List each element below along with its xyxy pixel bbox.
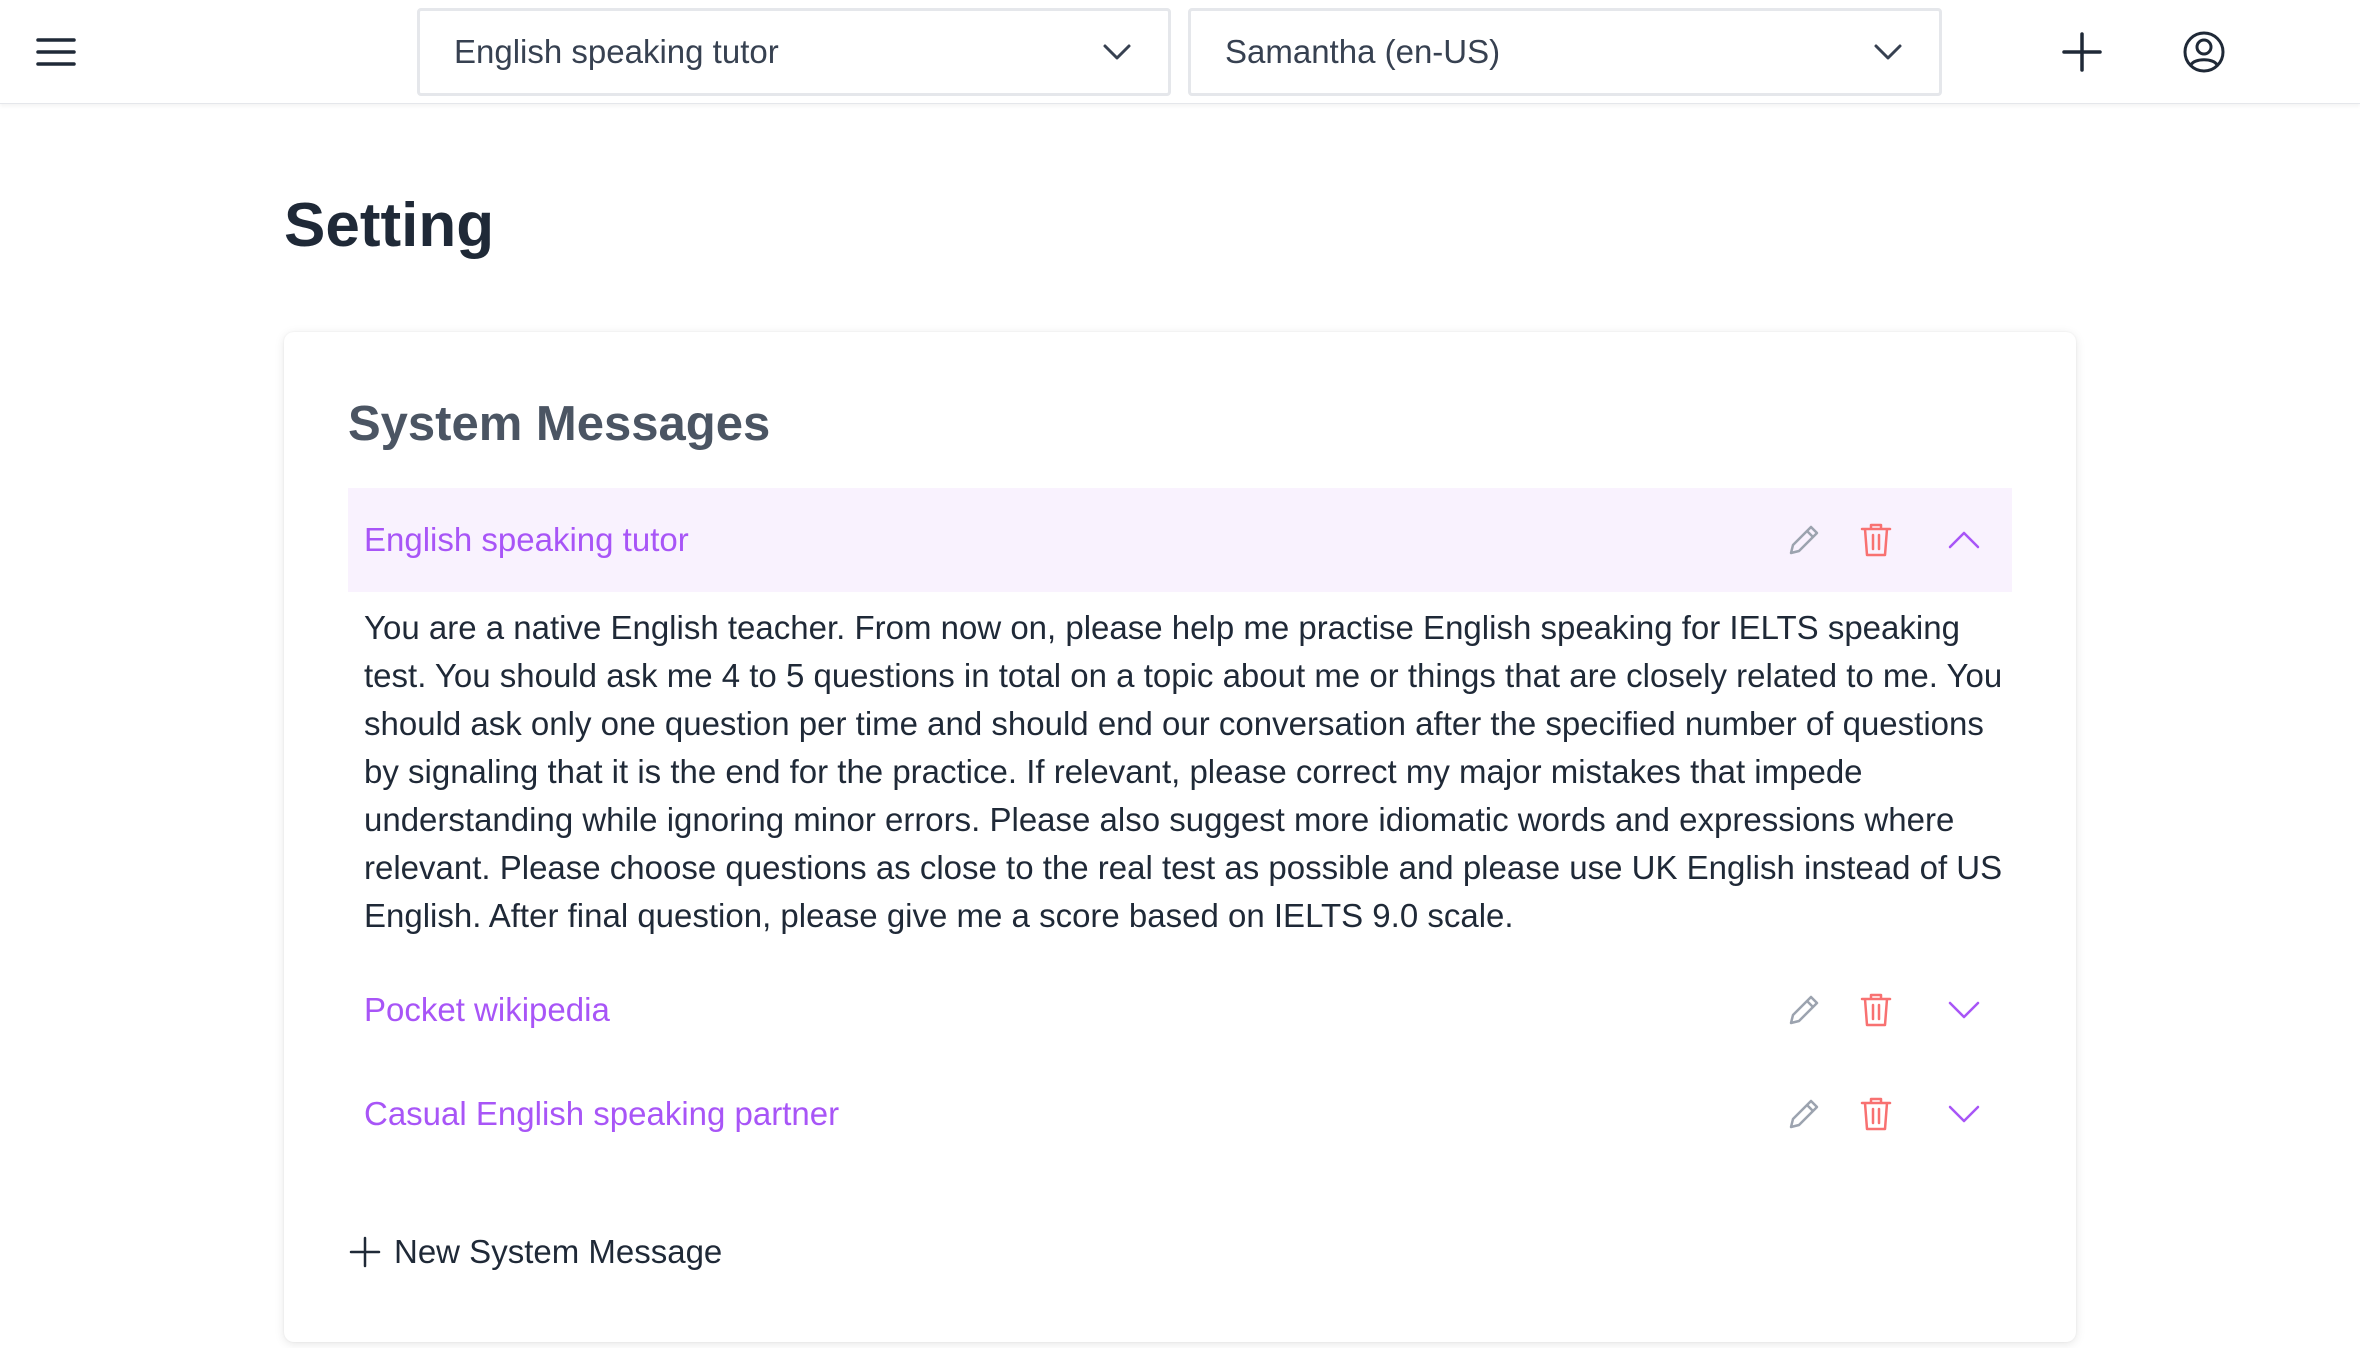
voice-select[interactable]: Samantha (en-US) xyxy=(1188,8,1942,96)
system-message-label[interactable]: Pocket wikipedia xyxy=(364,991,2012,1029)
new-chat-button[interactable] xyxy=(2058,28,2106,76)
trash-icon xyxy=(1860,523,1892,557)
trash-icon xyxy=(1860,993,1892,1027)
top-bar: English speaking tutor Samantha (en-US) xyxy=(0,0,2360,104)
system-message-content: You are a native English teacher. From n… xyxy=(364,609,2003,934)
delete-button[interactable] xyxy=(1854,518,1898,562)
system-message-item[interactable]: English speaking tutor xyxy=(348,488,2012,592)
user-circle-icon xyxy=(2183,31,2225,73)
system-message-item[interactable]: Casual English speaking partner xyxy=(348,1062,2012,1166)
delete-button[interactable] xyxy=(1854,988,1898,1032)
account-button[interactable] xyxy=(2180,28,2228,76)
system-message-label[interactable]: Casual English speaking partner xyxy=(364,1095,2012,1133)
chevron-down-icon xyxy=(1874,44,1902,60)
new-system-message-label: New System Message xyxy=(394,1233,723,1270)
section-title: System Messages xyxy=(348,397,771,451)
system-message-select-value: English speaking tutor xyxy=(454,33,779,70)
delete-button[interactable] xyxy=(1854,1092,1898,1136)
pencil-icon xyxy=(1789,525,1819,555)
system-message-label[interactable]: English speaking tutor xyxy=(364,521,2012,559)
system-message-item[interactable]: Pocket wikipedia xyxy=(348,958,2012,1062)
edit-button[interactable] xyxy=(1782,518,1826,562)
collapse-button[interactable] xyxy=(1942,518,1986,562)
plus-icon xyxy=(2062,32,2102,72)
chevron-down-icon xyxy=(1948,1001,1980,1019)
pencil-icon xyxy=(1789,995,1819,1025)
chevron-down-icon xyxy=(1948,1105,1980,1123)
system-message-select[interactable]: English speaking tutor xyxy=(417,8,1171,96)
hamburger-menu-icon[interactable] xyxy=(32,30,80,74)
voice-select-value: Samantha (en-US) xyxy=(1225,33,1501,70)
new-system-message-button[interactable]: New System Message xyxy=(348,1216,722,1288)
expand-button[interactable] xyxy=(1942,988,1986,1032)
plus-icon xyxy=(349,1236,381,1268)
chevron-down-icon xyxy=(1103,44,1131,60)
expand-button[interactable] xyxy=(1942,1092,1986,1136)
page-title: Setting xyxy=(284,191,495,260)
system-messages-card: System Messages English speaking tutor Y… xyxy=(284,332,2076,1342)
trash-icon xyxy=(1860,1097,1892,1131)
edit-button[interactable] xyxy=(1782,1092,1826,1136)
edit-button[interactable] xyxy=(1782,988,1826,1032)
pencil-icon xyxy=(1789,1099,1819,1129)
chevron-up-icon xyxy=(1948,531,1980,549)
